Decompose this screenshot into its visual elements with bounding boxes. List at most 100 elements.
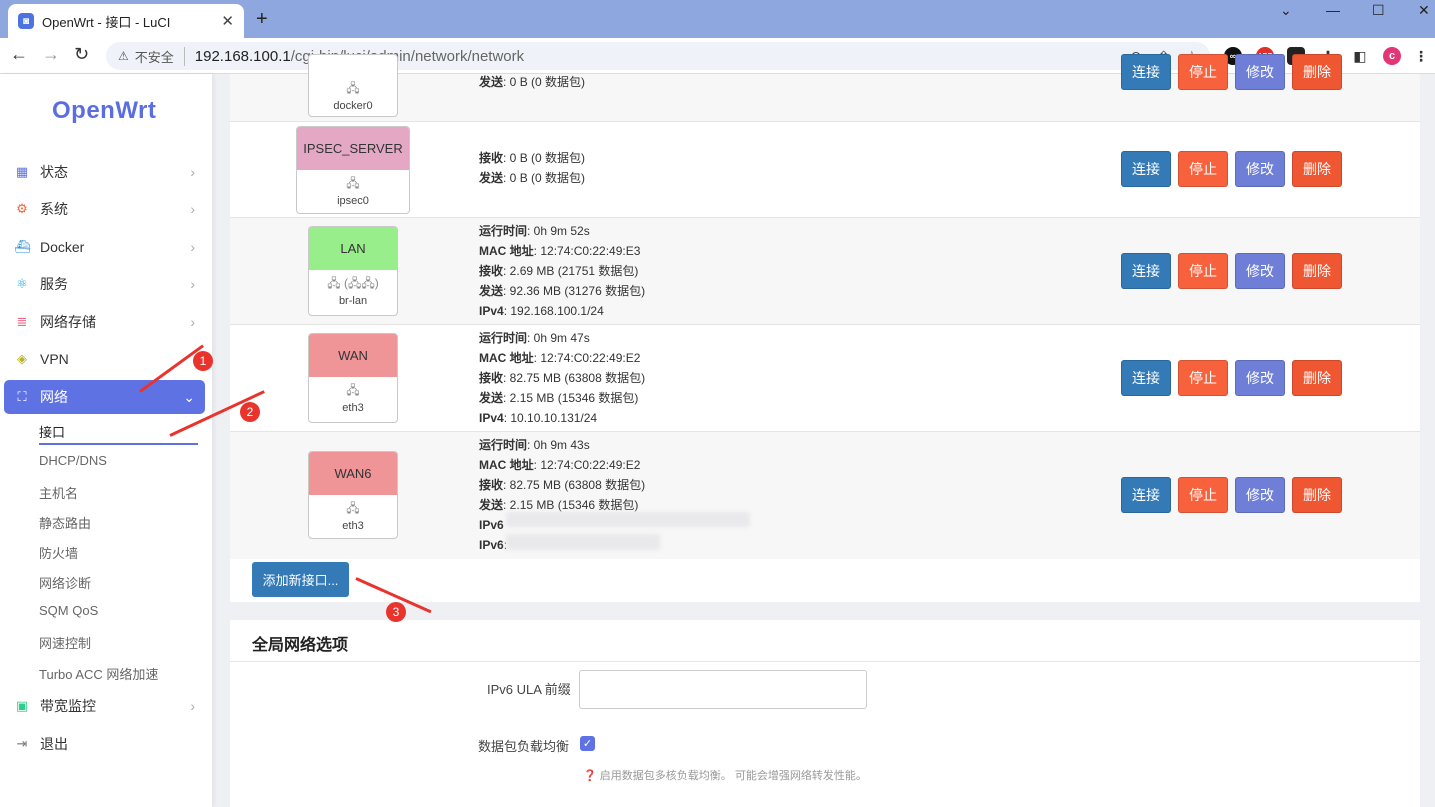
interface-badge[interactable]: LAN 🖧 (🖧🖧) br-lan (308, 226, 398, 316)
interface-row-docker: 🖧 docker0 发送: 0 B (0 数据包) 连接 停止 修改 删除 (230, 54, 1420, 122)
stop-button[interactable]: 停止 (1178, 477, 1228, 513)
interface-actions: 连接 停止 修改 删除 (1121, 360, 1342, 396)
forward-icon[interactable]: → (42, 44, 60, 65)
add-interface-button[interactable]: 添加新接口... (252, 562, 349, 597)
sidebar-item-vpn[interactable]: ◈ VPN (4, 342, 205, 376)
interface-device: ipsec0 (337, 195, 369, 207)
info-value: : 12:74:C0:22:49:E2 (533, 458, 641, 472)
delete-button[interactable]: 删除 (1292, 477, 1342, 513)
sidebar-item-label: 退出 (40, 736, 68, 752)
annotation-marker-1: 1 (193, 351, 213, 371)
edit-button[interactable]: 修改 (1235, 54, 1285, 90)
reload-icon[interactable]: ↻ (74, 44, 89, 65)
edit-button[interactable]: 修改 (1235, 360, 1285, 396)
docker-icon: ⛴ (14, 239, 31, 254)
submenu-item-speed-control[interactable]: 网速控制 (39, 633, 91, 652)
info-key: IPv4 (479, 304, 504, 318)
tab-search-icon[interactable]: ⌄ (1280, 2, 1292, 19)
chevron-right-icon: › (190, 314, 195, 330)
close-window-button[interactable]: ✕ (1418, 2, 1430, 19)
submenu-item-firewall[interactable]: 防火墙 (39, 543, 78, 562)
submenu-item-dhcp-dns[interactable]: DHCP/DNS (39, 453, 107, 468)
packet-steering-hint: ❓ 启用数据包多核负载均衡。 可能会增强网络转发性能。 (583, 767, 867, 783)
new-tab-button[interactable]: + (256, 8, 268, 31)
ethernet-port-icon: 🖧 (346, 81, 360, 95)
submenu-item-interfaces[interactable]: 接口 (39, 422, 65, 441)
stop-button[interactable]: 停止 (1178, 253, 1228, 289)
sidebar-item-bandwidth-monitor[interactable]: ▣ 带宽监控 › (4, 689, 205, 723)
info-key: 发送 (479, 171, 504, 185)
dashboard-icon: ▦ (15, 164, 29, 179)
delete-button[interactable]: 删除 (1292, 253, 1342, 289)
sidebar: OpenWrt ▦ 状态 › ⚙ 系统 › ⛴ Docker › ⚛ 服务 › … (0, 74, 212, 807)
info-key: 接收 (479, 371, 504, 385)
submenu-item-static-routes[interactable]: 静态路由 (39, 513, 91, 532)
sidebar-item-docker[interactable]: ⛴ Docker › (4, 230, 205, 264)
stop-button[interactable]: 停止 (1178, 360, 1228, 396)
ipv6-ula-prefix-input[interactable] (579, 670, 867, 709)
openwrt-logo[interactable]: OpenWrt (52, 97, 156, 125)
submenu-item-turbo-acc[interactable]: Turbo ACC 网络加速 (39, 664, 158, 683)
info-value: : 2.15 MB (15346 数据包) (503, 391, 639, 405)
submenu-item-hostnames[interactable]: 主机名 (39, 483, 78, 502)
connect-button[interactable]: 连接 (1121, 151, 1171, 187)
hint-text: 启用数据包多核负载均衡。 可能会增强网络转发性能。 (599, 770, 867, 782)
sidebar-item-network[interactable]: ⛶ 网络 ⌄ (4, 380, 205, 414)
edit-button[interactable]: 修改 (1235, 477, 1285, 513)
interface-badge[interactable]: WAN6 🖧 eth3 (308, 451, 398, 539)
interface-badge[interactable]: 🖧 docker0 (308, 54, 398, 117)
info-key: MAC 地址 (479, 458, 534, 472)
submenu-item-sqm-qos[interactable]: SQM QoS (39, 603, 98, 618)
browser-menu-icon[interactable]: ⋮ (1412, 47, 1430, 65)
edit-button[interactable]: 修改 (1235, 151, 1285, 187)
sidebar-item-status[interactable]: ▦ 状态 › (4, 155, 205, 189)
redacted-ipv6-address (506, 512, 750, 527)
address-bar[interactable]: ⚠ 不安全 192.168.100.1/cgi-bin/luci/admin/n… (106, 42, 1210, 70)
sidebar-item-logout[interactable]: ⇥ 退出 (4, 727, 205, 761)
interface-badge[interactable]: WAN 🖧 eth3 (308, 333, 398, 423)
stop-button[interactable]: 停止 (1178, 151, 1228, 187)
info-key: 发送 (479, 391, 504, 405)
connect-button[interactable]: 连接 (1121, 54, 1171, 90)
section-divider (230, 661, 1420, 662)
connect-button[interactable]: 连接 (1121, 253, 1171, 289)
delete-button[interactable]: 删除 (1292, 360, 1342, 396)
minimize-button[interactable]: — (1326, 2, 1340, 18)
interface-row-wan6: WAN6 🖧 eth3 运行时间: 0h 9m 43s MAC 地址: 12:7… (230, 432, 1420, 559)
edit-button[interactable]: 修改 (1235, 253, 1285, 289)
insecure-label[interactable]: 不安全 (135, 46, 185, 66)
connect-button[interactable]: 连接 (1121, 477, 1171, 513)
tab-title: OpenWrt - 接口 - LuCI (42, 14, 171, 30)
chevron-right-icon: › (190, 201, 195, 217)
sidebar-item-system[interactable]: ⚙ 系统 › (4, 192, 205, 226)
stop-button[interactable]: 停止 (1178, 54, 1228, 90)
openwrt-favicon-icon: ◙ (18, 13, 34, 29)
sidebar-item-nas[interactable]: ≣ 网络存储 › (4, 305, 205, 339)
interfaces-panel: 🖧 docker0 发送: 0 B (0 数据包) 连接 停止 修改 删除 IP… (230, 54, 1420, 602)
delete-button[interactable]: 删除 (1292, 54, 1342, 90)
info-key: 运行时间 (479, 224, 528, 238)
browser-tab[interactable]: ◙ OpenWrt - 接口 - LuCI ✕ (8, 4, 244, 38)
tab-close-icon[interactable]: ✕ (221, 12, 234, 30)
interface-row-ipsec: IPSEC_SERVER 🖧 ipsec0 接收: 0 B (0 数据包) 发送… (230, 122, 1420, 218)
packet-steering-checkbox[interactable]: ✓ (580, 736, 595, 751)
info-value: : 12:74:C0:22:49:E3 (533, 244, 641, 258)
services-icon: ⚛ (16, 276, 28, 291)
info-key: 接收 (479, 478, 504, 492)
side-panel-icon[interactable]: ◧ (1351, 47, 1369, 65)
warning-icon[interactable]: ⚠ (118, 49, 129, 63)
info-value: : 92.36 MB (31276 数据包) (503, 284, 646, 298)
interface-name: IPSEC_SERVER (297, 127, 409, 170)
info-value: : 10.10.10.131/24 (503, 411, 598, 425)
info-value: : 192.168.100.1/24 (503, 304, 604, 318)
profile-avatar[interactable]: c (1383, 47, 1401, 65)
submenu-item-diagnostics[interactable]: 网络诊断 (39, 573, 91, 592)
delete-button[interactable]: 删除 (1292, 151, 1342, 187)
info-value: : 0h 9m 43s (527, 438, 590, 452)
connect-button[interactable]: 连接 (1121, 360, 1171, 396)
back-icon[interactable]: ← (10, 44, 28, 65)
maximize-button[interactable]: ☐ (1372, 2, 1385, 19)
info-key: 发送 (479, 284, 504, 298)
sidebar-item-services[interactable]: ⚛ 服务 › (4, 267, 205, 301)
interface-badge[interactable]: IPSEC_SERVER 🖧 ipsec0 (296, 126, 410, 214)
